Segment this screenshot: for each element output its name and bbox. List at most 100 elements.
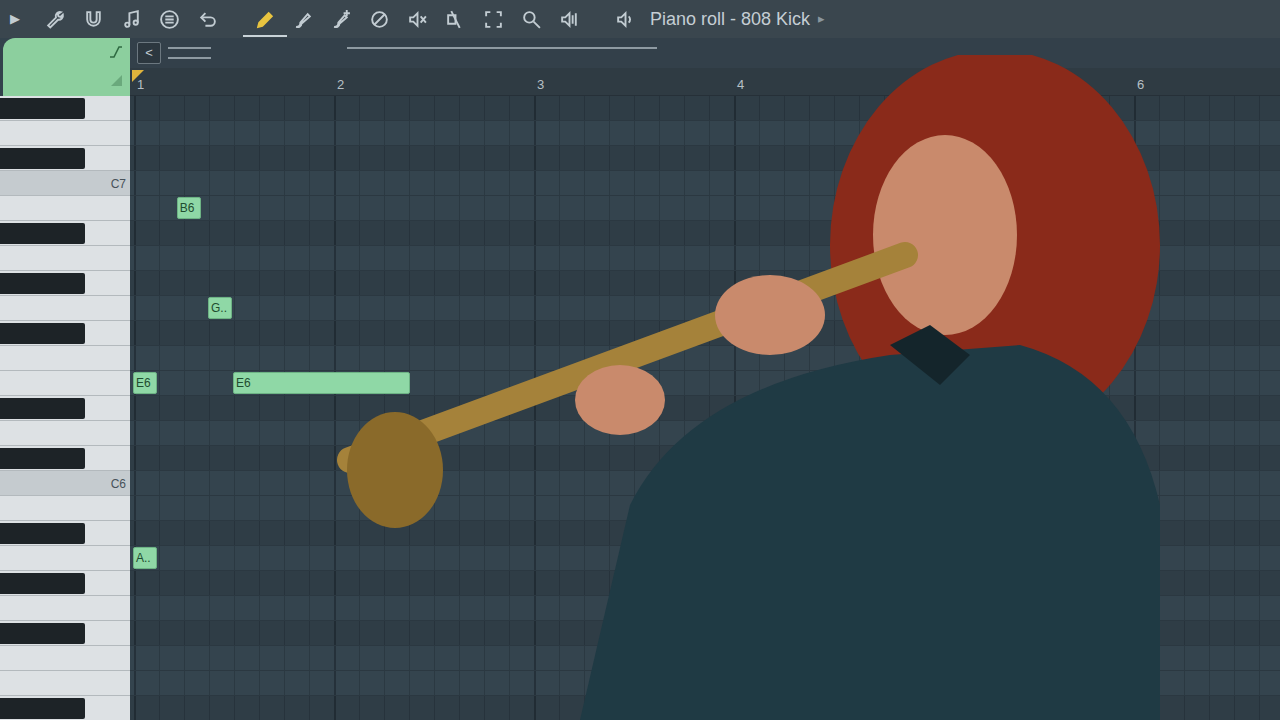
tool-button[interactable] — [512, 0, 550, 38]
stretch-icon[interactable] — [108, 44, 124, 60]
paint-icon[interactable] — [293, 9, 314, 30]
note[interactable]: E6 — [233, 372, 410, 394]
note-grid[interactable]: E6A..B6G..E6 — [130, 96, 1280, 720]
black-key[interactable] — [0, 698, 85, 719]
pencil-icon[interactable] — [255, 9, 276, 30]
piano-key[interactable] — [0, 621, 130, 646]
grid-row[interactable] — [130, 696, 1280, 720]
tool-button[interactable] — [606, 0, 644, 38]
bar-number[interactable]: 4 — [737, 75, 744, 95]
black-key[interactable] — [0, 273, 85, 294]
zoom-icon[interactable] — [521, 9, 542, 30]
tool-button[interactable] — [436, 0, 474, 38]
tool-button[interactable] — [188, 0, 226, 38]
grid-row[interactable] — [130, 146, 1280, 171]
undo-icon[interactable] — [197, 9, 218, 30]
grid-row[interactable] — [130, 571, 1280, 596]
piano-key[interactable] — [0, 271, 130, 296]
black-key[interactable] — [0, 523, 85, 544]
piano-key[interactable] — [0, 396, 130, 421]
bar-number[interactable]: 6 — [1137, 75, 1144, 95]
grid-row[interactable] — [130, 246, 1280, 271]
grid-row[interactable] — [130, 521, 1280, 546]
piano-key[interactable] — [0, 546, 130, 571]
black-key[interactable] — [0, 148, 85, 169]
note[interactable]: G.. — [208, 297, 232, 319]
tool-button[interactable] — [550, 0, 588, 38]
piano-key[interactable] — [0, 246, 130, 271]
grid-row[interactable] — [130, 421, 1280, 446]
slice-icon[interactable] — [445, 9, 466, 30]
piano-key[interactable] — [0, 421, 130, 446]
tool-button[interactable] — [36, 0, 74, 38]
piano-key[interactable] — [0, 671, 130, 696]
piano-key[interactable] — [0, 521, 130, 546]
tool-button[interactable] — [322, 0, 360, 38]
grid-row[interactable] — [130, 496, 1280, 521]
tool-button[interactable] — [474, 0, 512, 38]
grid-row[interactable] — [130, 471, 1280, 496]
piano-key[interactable] — [0, 646, 130, 671]
grid-row[interactable] — [130, 171, 1280, 196]
grid-row[interactable] — [130, 396, 1280, 421]
tool-button[interactable] — [398, 0, 436, 38]
tool-button[interactable] — [150, 0, 188, 38]
bar-number[interactable]: 3 — [537, 75, 544, 95]
note[interactable]: A.. — [133, 547, 157, 569]
playback-icon[interactable] — [559, 9, 580, 30]
piano-key[interactable] — [0, 496, 130, 521]
mute-icon[interactable] — [407, 9, 428, 30]
grid-row[interactable] — [130, 321, 1280, 346]
select-icon[interactable] — [483, 9, 504, 30]
piano-key[interactable] — [0, 696, 130, 720]
menu-icon[interactable] — [159, 9, 180, 30]
collapse-button[interactable]: < — [137, 42, 161, 64]
piano-key[interactable]: C7 — [0, 171, 130, 196]
grid-row[interactable] — [130, 621, 1280, 646]
tool-button[interactable] — [246, 0, 284, 38]
title-arrow[interactable]: ▸ — [818, 9, 825, 29]
piano-key[interactable] — [0, 446, 130, 471]
grid-row[interactable] — [130, 221, 1280, 246]
bar-number[interactable]: 2 — [337, 75, 344, 95]
grid-row[interactable] — [130, 121, 1280, 146]
black-key[interactable] — [0, 98, 85, 119]
tool-button[interactable] — [360, 0, 398, 38]
channel-panel[interactable] — [3, 38, 130, 96]
grid-row[interactable] — [130, 546, 1280, 571]
piano-key[interactable] — [0, 596, 130, 621]
grid-row[interactable] — [130, 446, 1280, 471]
piano-key[interactable] — [0, 146, 130, 171]
menu-arrow[interactable]: ▶ — [10, 9, 36, 29]
piano-key[interactable] — [0, 196, 130, 221]
note[interactable]: E6 — [133, 372, 157, 394]
tool-button[interactable] — [284, 0, 322, 38]
piano-key[interactable] — [0, 346, 130, 371]
grid-row[interactable] — [130, 196, 1280, 221]
grid-row[interactable] — [130, 646, 1280, 671]
grid-row[interactable] — [130, 296, 1280, 321]
keyboard[interactable]: C7 C6 — [0, 96, 130, 720]
grid-row[interactable] — [130, 671, 1280, 696]
black-key[interactable] — [0, 448, 85, 469]
black-key[interactable] — [0, 573, 85, 594]
piano-key[interactable]: C6 — [0, 471, 130, 496]
tool-button[interactable] — [74, 0, 112, 38]
magnet-icon[interactable] — [83, 9, 104, 30]
wrench-icon[interactable] — [45, 9, 66, 30]
timeline[interactable]: 12346 — [130, 68, 1280, 96]
grid-row[interactable] — [130, 596, 1280, 621]
piano-key[interactable] — [0, 96, 130, 121]
black-key[interactable] — [0, 323, 85, 344]
speaker-icon[interactable] — [615, 9, 636, 30]
grid-row[interactable] — [130, 271, 1280, 296]
grid-row[interactable] — [130, 96, 1280, 121]
piano-key[interactable] — [0, 296, 130, 321]
piano-key[interactable] — [0, 121, 130, 146]
piano-key[interactable] — [0, 371, 130, 396]
corner-icon[interactable] — [108, 72, 124, 88]
paint-add-icon[interactable] — [331, 9, 352, 30]
note-icon[interactable] — [121, 9, 142, 30]
piano-key[interactable] — [0, 221, 130, 246]
black-key[interactable] — [0, 623, 85, 644]
